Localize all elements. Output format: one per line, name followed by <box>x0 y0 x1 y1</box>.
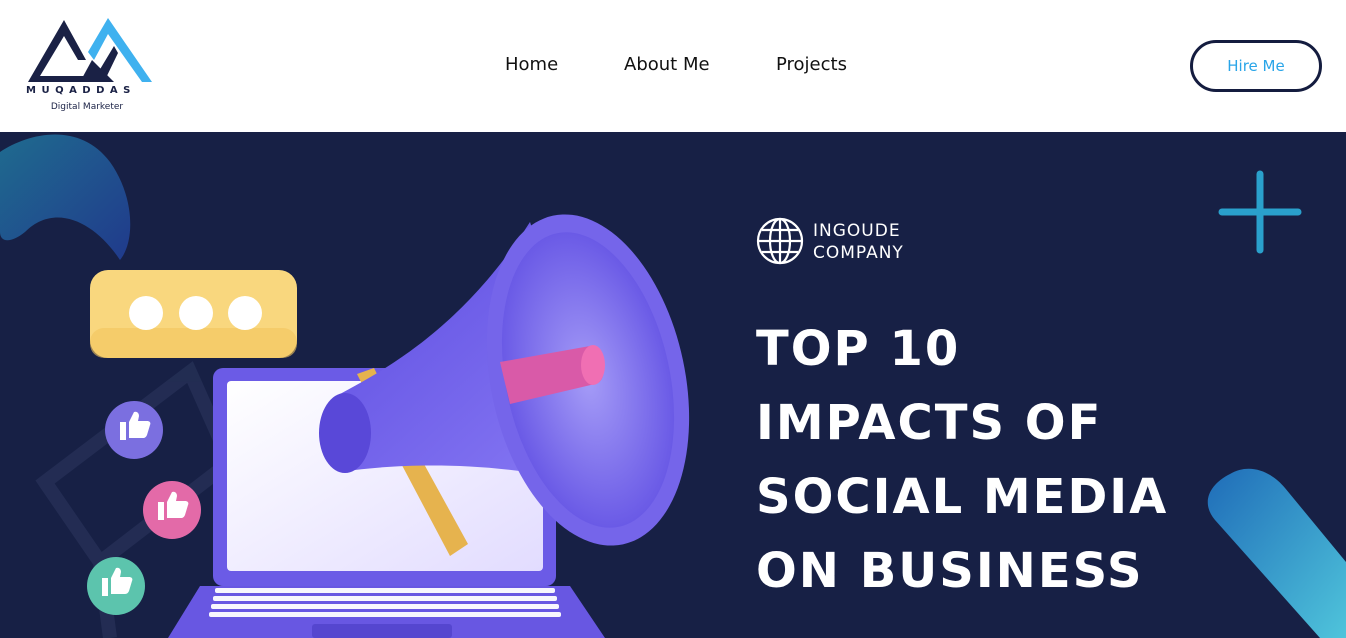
nav-projects-link[interactable]: Projects <box>776 54 847 75</box>
nav-about-link[interactable]: About Me <box>624 54 710 75</box>
thumbs-up-icon <box>105 401 163 459</box>
brand-name-line1: INGOUDE <box>813 221 901 241</box>
globe-icon <box>756 217 804 265</box>
hire-me-button[interactable]: Hire Me <box>1190 40 1322 92</box>
logo-tagline: Digital Marketer <box>50 102 124 112</box>
plus-icon <box>1218 170 1302 254</box>
headline-line: IMPACTS OF <box>756 395 1103 451</box>
hero-banner: INGOUDE COMPANY TOP 10 IMPACTS OF SOCIAL… <box>0 132 1346 638</box>
logo-name: MUQADDAS <box>26 85 136 96</box>
mountain-logo-icon <box>28 18 152 82</box>
nav-home-link[interactable]: Home <box>505 54 558 75</box>
hero-headline: TOP 10 IMPACTS OF SOCIAL MEDIA ON BUSINE… <box>756 312 1256 608</box>
thumbs-up-icon <box>87 557 145 615</box>
site-logo[interactable]: MUQADDAS Digital Marketer <box>26 16 156 116</box>
brand-name-line2: COMPANY <box>813 243 904 263</box>
thumbs-up-icon <box>143 481 201 539</box>
decor-blob <box>0 134 131 260</box>
headline-line: SOCIAL MEDIA <box>756 469 1169 525</box>
headline-line: TOP 10 <box>756 321 961 377</box>
chat-bubble-icon <box>90 270 297 358</box>
headline-line: ON BUSINESS <box>756 543 1144 599</box>
site-header: MUQADDAS Digital Marketer Home About Me … <box>0 0 1346 132</box>
